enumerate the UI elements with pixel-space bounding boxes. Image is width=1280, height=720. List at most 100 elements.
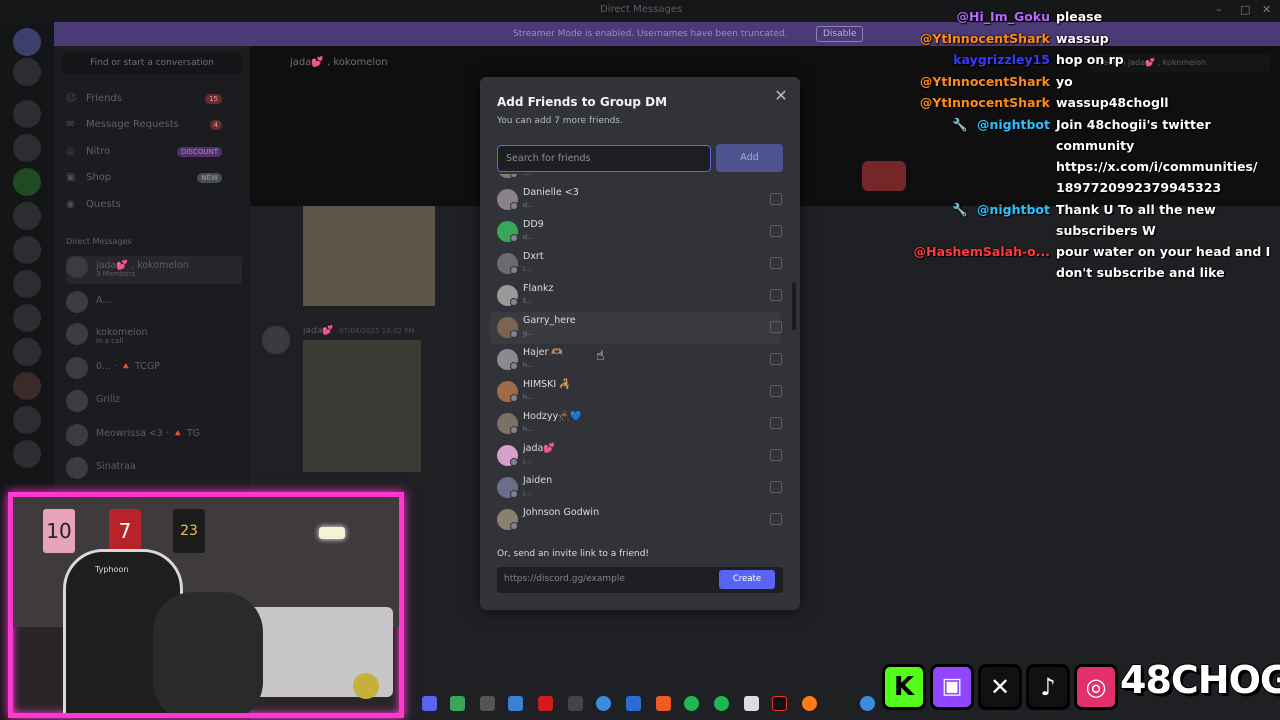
dm-name: Grillz [96, 394, 121, 405]
friend-checkbox[interactable] [770, 225, 782, 237]
nav-message-requests[interactable]: ✉ Message Requests 4 [66, 119, 238, 130]
friend-name: Hodzyy🥷🏾💙 [523, 411, 582, 422]
add-button[interactable]: Add [716, 144, 783, 172]
friend-row[interactable]: DD9 d... [490, 216, 782, 248]
friend-checkbox[interactable] [770, 417, 782, 429]
server-icon[interactable] [13, 406, 41, 434]
server-icon[interactable] [13, 134, 41, 162]
friend-checkbox[interactable] [770, 321, 782, 333]
firefox-taskbar-icon[interactable] [802, 696, 817, 711]
dm-sub: In a call [96, 337, 124, 345]
status-indicator [510, 490, 518, 498]
friend-row[interactable]: Garry_here g... [490, 312, 782, 344]
status-indicator [510, 174, 518, 178]
dm-item[interactable]: Meowrissa <3 · 🔺 TG [66, 424, 242, 448]
server-icon[interactable] [13, 168, 41, 196]
friend-checkbox[interactable] [770, 353, 782, 365]
app-taskbar-icon[interactable] [714, 696, 729, 711]
dm-item[interactable]: jada💕 , kokomelon 3 Members [66, 256, 242, 284]
app-taskbar-icon[interactable] [626, 696, 641, 711]
friend-checkbox[interactable] [770, 385, 782, 397]
server-icon[interactable] [13, 440, 41, 468]
spotify-taskbar-icon[interactable] [684, 696, 699, 711]
invite-link-field[interactable]: https://discord.gg/example Create [497, 567, 783, 593]
disconnect-call-button[interactable] [862, 161, 906, 191]
discord-taskbar-icon[interactable] [422, 696, 437, 711]
server-icon[interactable] [13, 236, 41, 264]
tiktok-taskbar-icon[interactable] [772, 696, 787, 711]
friend-row[interactable]: Hajer 🫶🏽 h... [490, 344, 782, 376]
streamer-handle: 48CHOGII [1119, 657, 1280, 703]
obs-taskbar-icon[interactable] [480, 696, 495, 711]
streamer-mode-message: Streamer Mode is enabled. Usernames have… [513, 29, 788, 39]
dm-item[interactable]: Sinatraa [66, 457, 242, 481]
server-icon[interactable] [13, 202, 41, 230]
friend-name: Johnson Godwin [523, 507, 600, 518]
disable-streamer-mode-button[interactable]: Disable [816, 26, 864, 42]
friend-name: DD9 [523, 219, 544, 230]
friend-checkbox[interactable] [770, 481, 782, 493]
friend-row[interactable]: Flankz f... [490, 280, 782, 312]
nav-shop[interactable]: ▣ Shop NEW [66, 172, 238, 183]
nav-nitro[interactable]: ◎ Nitro DISCOUNT [66, 146, 238, 157]
friend-row[interactable]: Hodzyy🥷🏾💙 h... [490, 408, 782, 440]
home-server-icon[interactable] [13, 28, 41, 56]
search-friends-input[interactable] [497, 145, 711, 172]
chat-username: @YtInnocentShark [919, 30, 1050, 46]
chat-message: hop on rp [1056, 52, 1124, 68]
friend-checkbox[interactable] [770, 257, 782, 269]
dm-item[interactable]: A... [66, 291, 242, 315]
friend-row[interactable]: Dxrt i... [490, 248, 782, 280]
file-taskbar-icon[interactable] [744, 696, 759, 711]
dm-item[interactable]: kokomelon In a call [66, 323, 242, 347]
quests-icon: ◉ [66, 199, 75, 210]
app-taskbar-icon[interactable] [568, 696, 583, 711]
avatar [66, 256, 88, 278]
chat-message: https://x.com/i/communities/ [1056, 159, 1258, 174]
server-icon[interactable] [13, 304, 41, 332]
dm-section-label: Direct Messages [66, 237, 132, 246]
epic-taskbar-icon[interactable] [830, 696, 845, 711]
app-taskbar-icon[interactable] [450, 696, 465, 711]
mail-icon: ✉ [66, 119, 75, 130]
friend-checkbox[interactable] [770, 193, 782, 205]
friend-checkbox[interactable] [770, 449, 782, 461]
server-icon[interactable] [13, 58, 41, 86]
friend-tag: h... [523, 393, 534, 401]
friend-row[interactable]: Danielle <3 d... [490, 184, 782, 216]
nav-quests[interactable]: ◉ Quests [66, 199, 238, 210]
status-indicator [510, 330, 518, 338]
wrench-icon: 🔧 [952, 117, 968, 132]
friend-row[interactable]: Jaiden j... [490, 472, 782, 504]
chrome-taskbar-icon[interactable] [596, 696, 611, 711]
friend-checkbox[interactable] [770, 289, 782, 301]
chat-image[interactable] [303, 340, 421, 472]
friend-row[interactable]: jada💕 j... [490, 440, 782, 472]
server-icon[interactable] [13, 372, 41, 400]
maximize-icon[interactable]: □ [1240, 3, 1250, 16]
chat-image[interactable] [303, 206, 435, 306]
server-icon[interactable] [13, 270, 41, 298]
app-taskbar-icon[interactable] [508, 696, 523, 711]
friends-list-scrollbar[interactable] [792, 282, 796, 330]
friend-row[interactable]: Johnson Godwin [490, 504, 782, 531]
friend-tag: c... [523, 174, 533, 177]
friend-tag: h... [523, 361, 534, 369]
friend-checkbox[interactable] [770, 513, 782, 525]
ball [353, 673, 379, 699]
netflix-taskbar-icon[interactable] [538, 696, 553, 711]
brave-taskbar-icon[interactable] [656, 696, 671, 711]
close-window-icon[interactable]: ✕ [1262, 3, 1271, 16]
find-conversation-input[interactable]: Find or start a conversation [62, 52, 242, 74]
close-icon[interactable]: ✕ [774, 88, 788, 104]
dm-item[interactable]: Grillz [66, 390, 242, 414]
friend-row[interactable]: HIMSKI 🦂 h... [490, 376, 782, 408]
chrome-taskbar-icon[interactable] [860, 696, 875, 711]
dm-item[interactable]: 0... · 🔺 TCGP [66, 357, 242, 381]
nav-friends[interactable]: ☺ Friends 15 [66, 93, 238, 104]
create-invite-button[interactable]: Create [719, 570, 775, 589]
server-icon[interactable] [13, 100, 41, 128]
friend-row[interactable]: c... [490, 174, 780, 184]
minimize-icon[interactable]: – [1216, 3, 1222, 16]
server-icon[interactable] [13, 338, 41, 366]
